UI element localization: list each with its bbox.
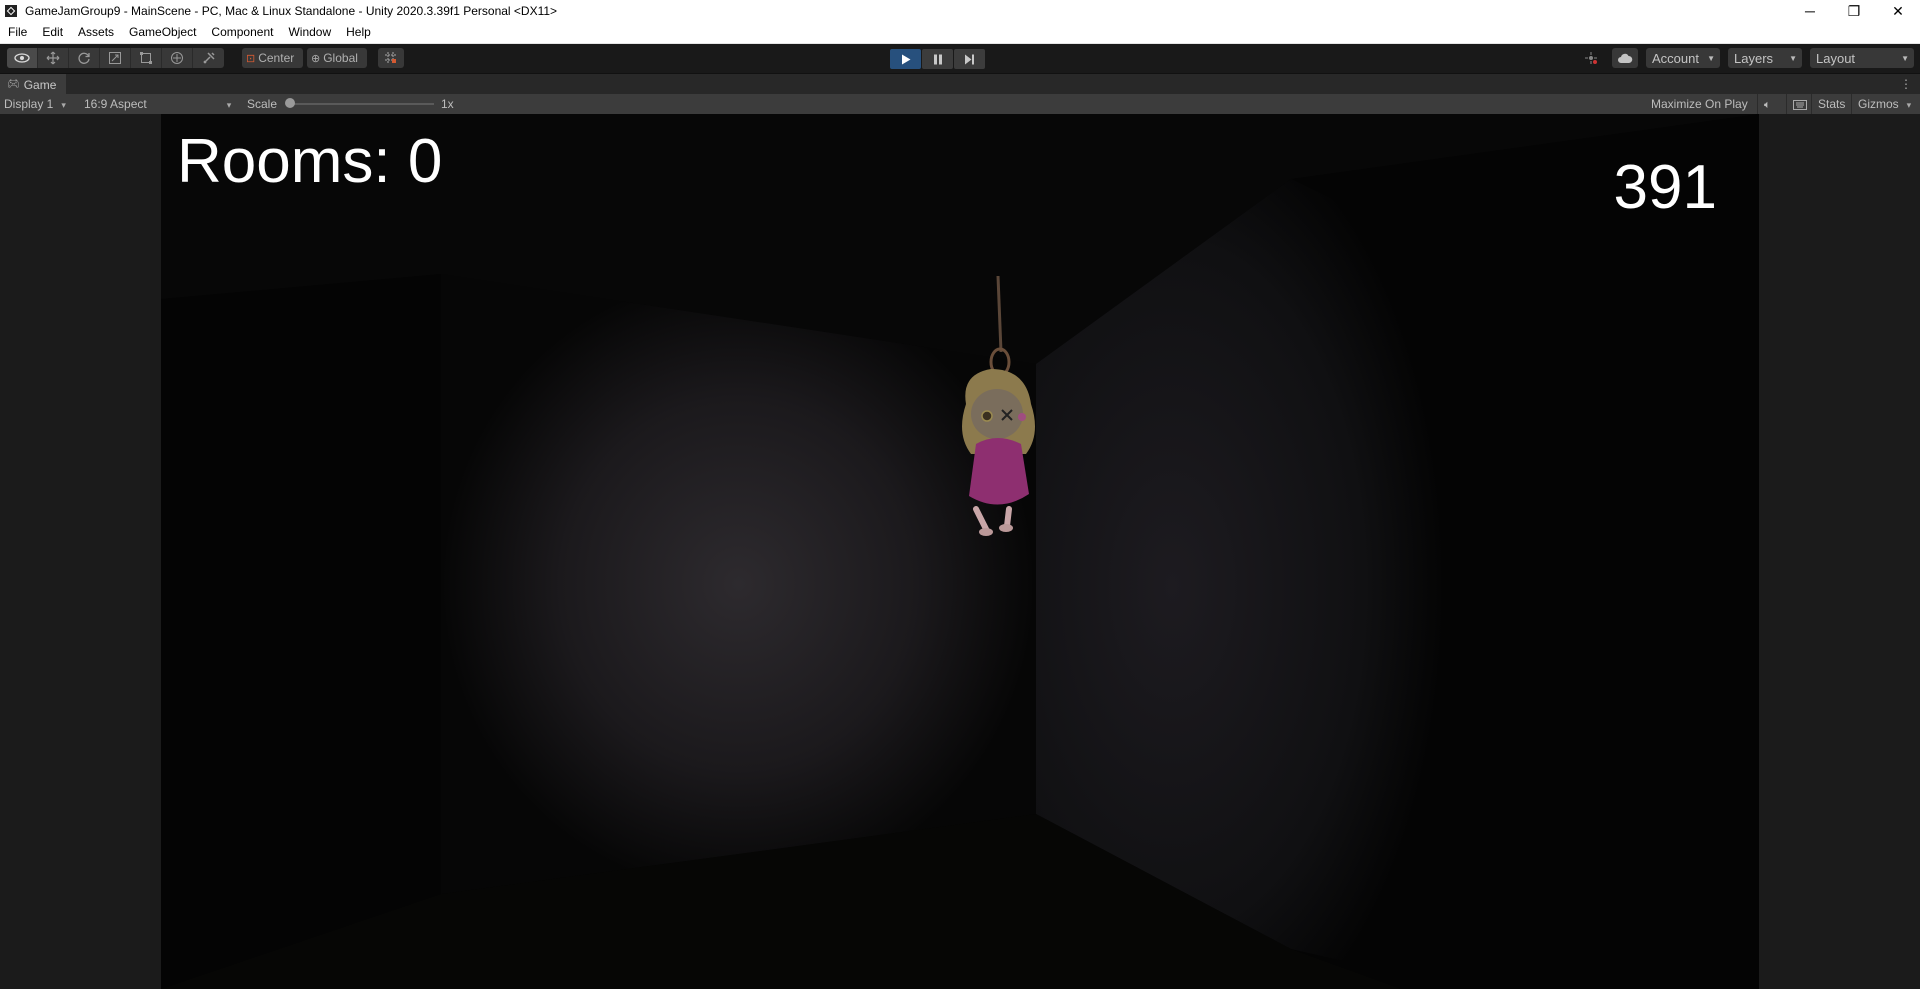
transform-tool-button[interactable]: [162, 48, 193, 68]
menu-help[interactable]: Help: [338, 22, 378, 43]
aspect-label: 16:9 Aspect: [84, 97, 147, 111]
rooms-counter: Rooms: 0: [177, 127, 443, 196]
maximize-on-play-toggle[interactable]: Maximize On Play: [1645, 94, 1754, 114]
main-toolbar: ⊡ Center ⊕ Global Account ▼ Layers ▼ Lay…: [0, 44, 1920, 72]
close-button[interactable]: ✕: [1876, 0, 1920, 22]
custom-tool-button[interactable]: [193, 48, 224, 68]
pivot-space-button[interactable]: ⊕ Global: [307, 48, 367, 68]
account-label: Account: [1652, 50, 1699, 66]
pivot-mode-button[interactable]: ⊡ Center: [242, 48, 303, 68]
display-dropdown[interactable]: Display 1: [4, 94, 66, 114]
chevron-down-icon: ▼: [1901, 53, 1909, 63]
rotate-icon: [78, 52, 90, 64]
vsync-button[interactable]: [1786, 94, 1813, 114]
aspect-dropdown[interactable]: 16:9 Aspect: [84, 94, 234, 114]
menu-assets[interactable]: Assets: [70, 22, 121, 43]
menu-component[interactable]: Component: [203, 22, 280, 43]
cloud-icon: [1618, 53, 1633, 63]
tab-options-icon[interactable]: ⋮: [1900, 77, 1912, 91]
speaker-icon: 🔈︎: [1764, 99, 1771, 111]
layout-label: Layout: [1816, 50, 1856, 66]
globe-icon: ⊕: [311, 52, 321, 65]
rect-transform-icon: [140, 52, 152, 64]
rotate-tool-button[interactable]: [69, 48, 100, 68]
collab-icon: [1585, 52, 1597, 64]
tab-bar: 🎮︎ Game ⋮: [0, 73, 1920, 95]
unity-logo-icon: [5, 5, 17, 17]
pivot-mode-label: Center: [258, 51, 295, 65]
title-bar: GameJamGroup9 - MainScene - PC, Mac & Li…: [0, 0, 1920, 22]
gamepad-icon: 🎮︎: [7, 79, 20, 90]
window-controls: ─ ❐ ✕: [1788, 0, 1920, 22]
rect-tool-button[interactable]: [131, 48, 162, 68]
layers-label: Layers: [1734, 50, 1774, 66]
cloud-button[interactable]: [1612, 48, 1638, 68]
layout-dropdown[interactable]: Layout ▼: [1810, 48, 1914, 68]
pivot-center-icon: ⊡: [246, 52, 256, 65]
menu-edit[interactable]: Edit: [34, 22, 70, 43]
tab-game[interactable]: 🎮︎ Game: [0, 74, 67, 95]
right-toolbar: Account ▼ Layers ▼ Layout ▼: [1578, 48, 1914, 68]
menu-window[interactable]: Window: [280, 22, 338, 43]
menu-file[interactable]: File: [0, 22, 34, 43]
scale-label: Scale: [247, 97, 278, 111]
snap-grid-button[interactable]: [378, 48, 404, 68]
pause-icon: [933, 54, 942, 64]
menu-gameobject[interactable]: GameObject: [121, 22, 203, 43]
countdown-timer: 391: [1613, 153, 1717, 222]
pivot-space-label: Global: [323, 51, 358, 65]
scale-value: 1x: [441, 97, 454, 111]
room-back-wall: [441, 274, 1036, 894]
maximize-button[interactable]: ❐: [1832, 0, 1876, 22]
snap-grid-icon: [385, 52, 397, 64]
move-tool-button[interactable]: [38, 48, 69, 68]
move-arrows-icon: [46, 51, 60, 65]
game-view-toolbar: Display 1 16:9 Aspect Scale 1x Maximize …: [0, 94, 1920, 114]
game-viewport[interactable]: Rooms: 0 391: [161, 114, 1759, 989]
minimize-button[interactable]: ─: [1788, 0, 1832, 22]
play-button[interactable]: [890, 49, 921, 69]
playmode-controls: [890, 49, 985, 69]
mute-audio-button[interactable]: 🔈︎: [1757, 94, 1784, 114]
layers-dropdown[interactable]: Layers ▼: [1728, 48, 1802, 68]
window-title: GameJamGroup9 - MainScene - PC, Mac & Li…: [25, 4, 558, 18]
menu-bar: File Edit Assets GameObject Component Wi…: [0, 22, 1920, 44]
eye-icon: [14, 53, 30, 63]
scale-tool-button[interactable]: [100, 48, 131, 68]
play-icon: [901, 54, 910, 64]
transform-tools: [7, 48, 224, 68]
gizmos-dropdown[interactable]: Gizmos: [1851, 94, 1917, 114]
chevron-down-icon: ▼: [1707, 53, 1715, 63]
scale-icon: [109, 52, 121, 64]
pause-button[interactable]: [922, 49, 953, 69]
scale-slider-track[interactable]: [288, 103, 434, 105]
game-letterbox-right: [1759, 114, 1920, 989]
chevron-down-icon: ▼: [1789, 53, 1797, 63]
game-letterbox-left: [0, 114, 161, 989]
step-button[interactable]: [954, 49, 985, 69]
view-tool-button[interactable]: [7, 48, 38, 68]
step-icon: [965, 54, 974, 64]
collab-button[interactable]: [1578, 48, 1604, 68]
tools-icon: [202, 52, 215, 64]
tab-game-label: Game: [23, 77, 57, 92]
game-scene: [161, 114, 1759, 989]
account-dropdown[interactable]: Account ▼: [1646, 48, 1720, 68]
keyboard-icon: [1793, 99, 1807, 110]
stats-button[interactable]: Stats: [1811, 94, 1851, 114]
scale-slider-thumb[interactable]: [285, 98, 295, 108]
transform-icon: [171, 52, 183, 64]
